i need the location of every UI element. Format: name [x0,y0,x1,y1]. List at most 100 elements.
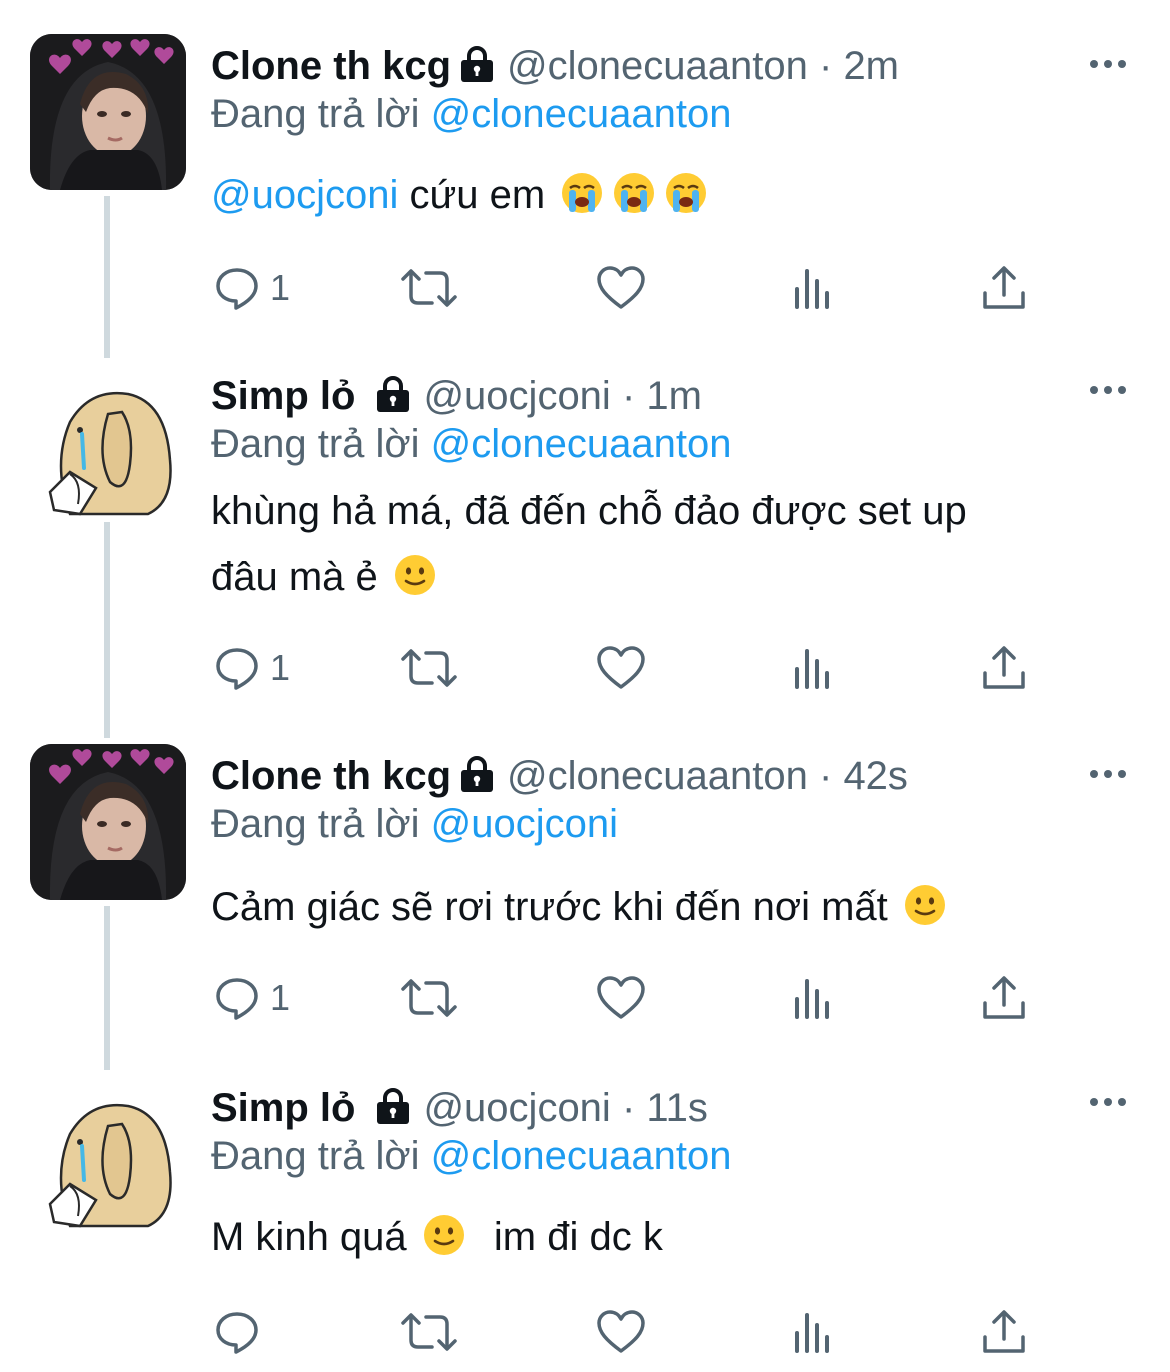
retweet-icon [401,649,457,687]
body-text-line: khùng hả má, đã đến chỗ đảo được set up [211,489,967,533]
views-button[interactable] [792,1302,834,1362]
replying-to: Đang trả lời @uocjconi [211,800,618,848]
retweet-icon [401,1313,457,1351]
avatar[interactable] [30,34,186,190]
avatar-crying-dog-image [30,364,186,520]
reply-button[interactable] [214,1302,270,1362]
avatar-hood-image [30,744,186,900]
body-text-before-emoji: M kinh quá [211,1215,407,1259]
separator-dot: · [818,754,833,798]
retweet-button[interactable] [400,968,458,1028]
body-text-line-2: đâu mà ẻ [211,544,1111,610]
reply-icon [216,1312,258,1354]
replying-to: Đang trả lời @clonecuaanton [211,90,732,138]
loudly-crying-emoji-icon [614,173,655,213]
like-icon [597,976,645,1019]
avatar[interactable] [30,364,186,520]
reply-button[interactable]: 1 [214,258,290,318]
retweet-button[interactable] [400,258,458,318]
share-button[interactable] [980,1302,1028,1362]
replying-label: Đang trả lời [211,422,420,466]
lock-icon [373,1087,413,1135]
views-icon [795,269,829,309]
views-icon [795,649,829,689]
like-icon [597,1310,645,1353]
replying-label: Đang trả lời [211,92,420,136]
tweet-header: Clone th kcg @clonecuaanton · 42s [211,752,908,803]
more-icon[interactable] [1088,764,1128,784]
loudly-crying-emoji-icon [666,173,707,213]
user-handle[interactable]: @clonecuaanton [507,44,808,88]
avatar[interactable] [30,744,186,900]
body-mention[interactable]: @uocjconi [211,173,398,217]
share-button[interactable] [980,638,1028,698]
reply-count: 1 [270,267,291,308]
replying-label: Đang trả lời [211,802,420,846]
timestamp[interactable]: 2m [843,44,899,88]
reply-icon [216,978,258,1020]
like-button[interactable] [596,638,646,698]
timestamp[interactable]: 1m [646,374,702,418]
slight-smile-emoji-icon [394,555,435,595]
share-icon [983,976,1025,1019]
separator-dot: · [621,374,636,418]
retweet-button[interactable] [400,1302,458,1362]
avatar[interactable] [30,1076,186,1232]
replying-to: Đang trả lời @clonecuaanton [211,1132,732,1180]
timestamp[interactable]: 42s [843,754,908,798]
user-handle[interactable]: @uocjconi [423,374,610,418]
slight-smile-emoji-icon [904,885,945,925]
action-bar: 1 [0,968,1170,1028]
more-icon[interactable] [1088,380,1128,400]
avatar-crying-dog-image [30,1076,186,1232]
loudly-crying-emoji-icon [562,173,603,213]
body-text-fragment: đâu mà ẻ [211,555,378,599]
like-button[interactable] [596,968,646,1028]
body-text-line: cứu em [409,173,546,217]
like-button[interactable] [596,258,646,318]
reply-button[interactable]: 1 [214,638,290,698]
display-name[interactable]: Simp lỏ [211,374,355,418]
tweet-text: @uocjconi cứu em [211,162,1111,228]
retweet-icon [401,979,457,1017]
like-button[interactable] [596,1302,646,1362]
replying-label: Đang trả lời [211,1134,420,1178]
more-icon[interactable] [1088,54,1128,74]
timestamp[interactable]: 11s [646,1086,708,1130]
user-handle[interactable]: @uocjconi [423,1086,610,1130]
action-bar: 1 [0,258,1170,318]
reply-icon [216,268,258,310]
share-button[interactable] [980,258,1028,318]
retweet-icon [401,269,457,307]
tweet-text: khùng hả má, đã đến chỗ đảo được set up … [211,478,1111,610]
replying-to-mention[interactable]: @clonecuaanton [431,92,732,136]
tweet-text: Cảm giác sẽ rơi trước khi đến nơi mất [211,874,1111,940]
reply-button[interactable]: 1 [214,968,290,1028]
views-button[interactable] [792,258,834,318]
replying-to: Đang trả lời @clonecuaanton [211,420,732,468]
avatar-hood-image [30,34,186,190]
replying-to-mention[interactable]: @clonecuaanton [431,1134,732,1178]
action-bar: 1 [0,638,1170,698]
user-handle[interactable]: @clonecuaanton [507,754,808,798]
display-name[interactable]: Clone th kcg [211,754,451,798]
views-button[interactable] [792,968,834,1028]
display-name[interactable]: Clone th kcg [211,44,451,88]
retweet-button[interactable] [400,638,458,698]
display-name[interactable]: Simp lỏ [211,1086,355,1130]
share-button[interactable] [980,968,1028,1028]
replying-to-mention[interactable]: @clonecuaanton [431,422,732,466]
body-text-line: Cảm giác sẽ rơi trước khi đến nơi mất [211,885,888,929]
tweet-header: Simp lỏ @uocjconi · 1m [211,372,702,423]
replying-to-mention[interactable]: @uocjconi [431,802,618,846]
action-bar [0,1302,1170,1362]
reply-icon [216,648,258,690]
share-icon [983,266,1025,309]
reply-count: 1 [270,977,291,1018]
more-icon[interactable] [1088,1092,1128,1112]
tweet-header: Clone th kcg @clonecuaanton · 2m [211,42,899,93]
like-icon [597,266,645,309]
views-icon [795,1313,829,1353]
slight-smile-emoji-icon [423,1215,464,1255]
views-button[interactable] [792,638,834,698]
